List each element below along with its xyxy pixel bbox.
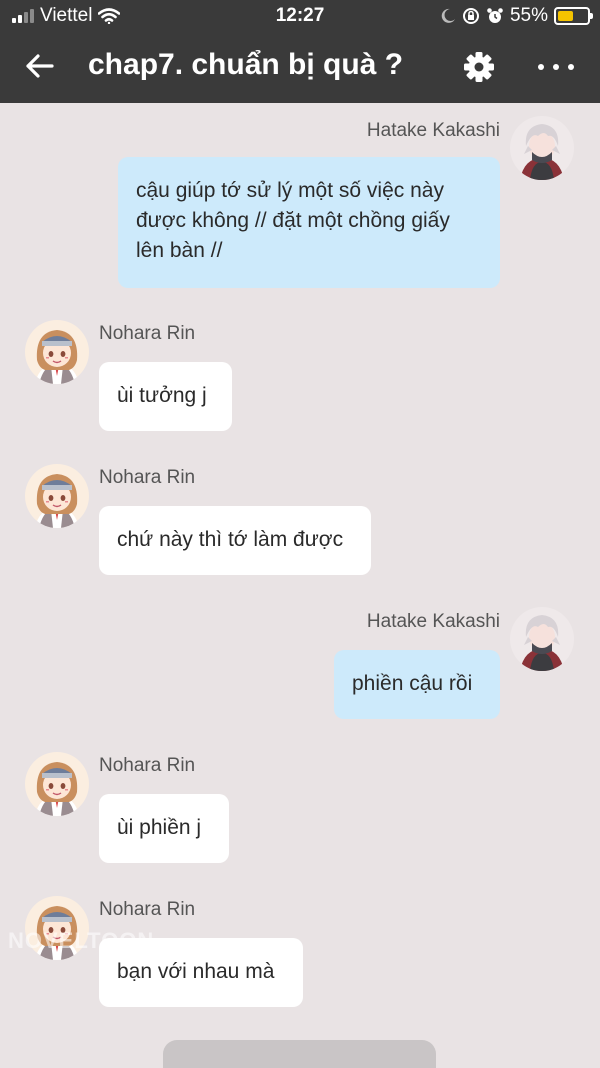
message-input-bar[interactable] bbox=[163, 1040, 436, 1068]
message-bubble: chứ này thì tớ làm được bbox=[99, 506, 371, 575]
message-bubble: ùi phiền j bbox=[99, 794, 229, 863]
avatar[interactable] bbox=[25, 320, 89, 384]
avatar[interactable] bbox=[510, 116, 574, 180]
rotation-lock-icon bbox=[462, 8, 479, 24]
alarm-icon bbox=[487, 8, 503, 23]
nav-row: chap7. chuẩn bị quà ? bbox=[0, 34, 600, 103]
avatar[interactable] bbox=[25, 464, 89, 528]
page-title: chap7. chuẩn bị quà ? bbox=[88, 48, 404, 81]
message-bubble: phiền cậu rồi bbox=[334, 650, 500, 719]
top-bar: Viettel 12:27 55% chap7. chuẩn bị quà ? bbox=[0, 0, 600, 103]
sender-name: Hatake Kakashi bbox=[366, 120, 500, 141]
gear-icon[interactable] bbox=[462, 50, 496, 84]
moon-icon bbox=[441, 8, 455, 23]
dot-icon bbox=[553, 64, 559, 70]
sender-name: Nohara Rin bbox=[99, 467, 196, 488]
battery-icon bbox=[554, 7, 593, 25]
more-options-button[interactable] bbox=[538, 50, 574, 84]
sender-name: Nohara Rin bbox=[99, 323, 196, 344]
dot-icon bbox=[568, 64, 574, 70]
watermark: NOVELTOON bbox=[8, 928, 155, 953]
battery-percent: 55% bbox=[509, 5, 548, 26]
sender-name: Nohara Rin bbox=[99, 899, 196, 920]
message-bubble: ùi tưởng j bbox=[99, 362, 232, 431]
dot-icon bbox=[538, 64, 544, 70]
avatar[interactable] bbox=[510, 607, 574, 671]
sender-name: Hatake Kakashi bbox=[366, 611, 500, 632]
back-arrow-icon[interactable] bbox=[22, 48, 58, 84]
avatar[interactable] bbox=[25, 752, 89, 816]
message-bubble: cậu giúp tớ sử lý một số việc này được k… bbox=[118, 157, 500, 288]
status-bar: Viettel 12:27 55% bbox=[0, 0, 600, 34]
sender-name: Nohara Rin bbox=[99, 755, 196, 776]
